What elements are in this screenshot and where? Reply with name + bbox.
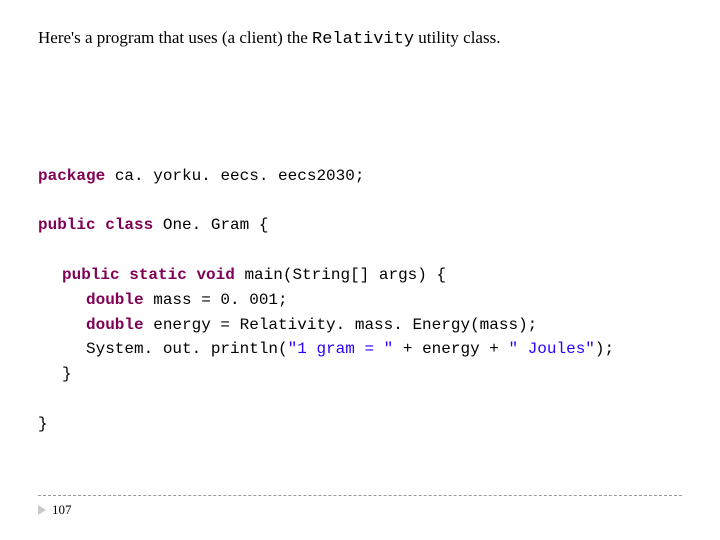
heading-classname: Relativity (312, 30, 414, 49)
plus-expr: + energy + (393, 340, 508, 358)
main-sig: main(String[] args) { (235, 266, 446, 284)
str-lit-2: " Joules" (508, 340, 594, 358)
pkg-decl: ca. yorku. eecs. eecs2030; (105, 167, 364, 185)
println-post: ); (595, 340, 614, 358)
heading-post: utility class. (414, 28, 500, 47)
class-decl: One. Gram { (153, 216, 268, 234)
kw-public: public (62, 266, 120, 284)
close-brace-outer: } (38, 415, 48, 433)
kw-void: void (196, 266, 234, 284)
str-lit-1: "1 gram = " (288, 340, 394, 358)
triangle-icon (38, 505, 46, 515)
close-brace-inner: } (38, 362, 72, 387)
kw-double: double (86, 291, 144, 309)
slide-heading: Here's a program that uses (a client) th… (38, 28, 682, 49)
kw-static: static (129, 266, 187, 284)
kw-package: package (38, 167, 105, 185)
println-pre: System. out. println( (86, 340, 288, 358)
heading-pre: Here's a program that uses (a client) th… (38, 28, 312, 47)
page-number: 107 (52, 502, 72, 518)
kw-public: public (38, 216, 96, 234)
footer-divider (38, 495, 682, 496)
code-block: package ca. yorku. eecs. eecs2030; publi… (38, 139, 682, 461)
kw-double: double (86, 316, 144, 334)
slide-footer: 107 (38, 495, 682, 518)
kw-class: class (105, 216, 153, 234)
mass-line: mass = 0. 001; (144, 291, 288, 309)
energy-line: energy = Relativity. mass. Energy(mass); (144, 316, 538, 334)
